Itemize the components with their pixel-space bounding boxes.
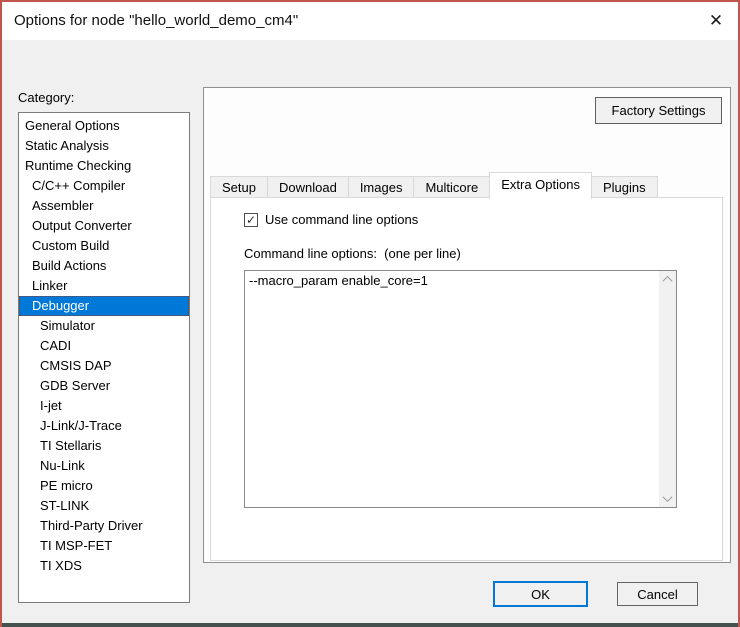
use-command-line-options-row[interactable]: ✓ Use command line options: [244, 212, 418, 227]
category-item-output-converter[interactable]: Output Converter: [19, 216, 189, 236]
category-item-debugger[interactable]: Debugger: [19, 296, 189, 316]
category-item-general-options[interactable]: General Options: [19, 116, 189, 136]
category-item-build-actions[interactable]: Build Actions: [19, 256, 189, 276]
dialog-title: Options for node "hello_world_demo_cm4": [14, 12, 298, 29]
scroll-up-button[interactable]: [659, 271, 676, 288]
options-panel: Factory Settings SetupDownloadImagesMult…: [203, 87, 731, 563]
use-command-line-options-label: Use command line options: [265, 212, 418, 227]
category-item-pe-micro[interactable]: PE micro: [19, 476, 189, 496]
category-item-simulator[interactable]: Simulator: [19, 316, 189, 336]
tab-plugins[interactable]: Plugins: [592, 176, 658, 198]
tab-setup[interactable]: Setup: [210, 176, 268, 198]
category-item-ti-xds[interactable]: TI XDS: [19, 556, 189, 576]
category-item-c-c-compiler[interactable]: C/C++ Compiler: [19, 176, 189, 196]
category-item-runtime-checking[interactable]: Runtime Checking: [19, 156, 189, 176]
use-command-line-options-checkbox[interactable]: ✓: [244, 213, 258, 227]
category-item-custom-build[interactable]: Custom Build: [19, 236, 189, 256]
category-item-gdb-server[interactable]: GDB Server: [19, 376, 189, 396]
scroll-down-button[interactable]: [659, 490, 676, 507]
category-item-ti-stellaris[interactable]: TI Stellaris: [19, 436, 189, 456]
category-item-assembler[interactable]: Assembler: [19, 196, 189, 216]
category-item-third-party-driver[interactable]: Third-Party Driver: [19, 516, 189, 536]
options-dialog: Options for node "hello_world_demo_cm4" …: [0, 0, 740, 627]
ok-button-label: OK: [531, 587, 550, 602]
tab-strip: SetupDownloadImagesMulticoreExtra Option…: [210, 171, 658, 198]
scroll-down-icon: [663, 492, 673, 502]
category-item-j-link-j-trace[interactable]: J-Link/J-Trace: [19, 416, 189, 436]
category-item-cadi[interactable]: CADI: [19, 336, 189, 356]
checkmark-icon: ✓: [246, 214, 256, 226]
category-item-static-analysis[interactable]: Static Analysis: [19, 136, 189, 156]
category-listbox[interactable]: General OptionsStatic AnalysisRuntime Ch…: [18, 112, 190, 603]
command-line-options-label: Command line options: (one per line): [244, 246, 461, 261]
titlebar: Options for node "hello_world_demo_cm4" …: [2, 2, 738, 40]
category-item-cmsis-dap[interactable]: CMSIS DAP: [19, 356, 189, 376]
factory-settings-button[interactable]: Factory Settings: [595, 97, 722, 124]
close-button[interactable]: ✕: [702, 7, 730, 35]
cancel-button[interactable]: Cancel: [617, 582, 698, 606]
tab-multicore[interactable]: Multicore: [414, 176, 490, 198]
cancel-button-label: Cancel: [637, 587, 677, 602]
category-item-ti-msp-fet[interactable]: TI MSP-FET: [19, 536, 189, 556]
tab-images[interactable]: Images: [349, 176, 415, 198]
ok-button[interactable]: OK: [493, 581, 588, 607]
factory-settings-label: Factory Settings: [612, 103, 706, 118]
category-item-st-link[interactable]: ST-LINK: [19, 496, 189, 516]
tab-extra-options[interactable]: Extra Options: [489, 172, 592, 199]
category-item-nu-link[interactable]: Nu-Link: [19, 456, 189, 476]
command-line-options-textarea[interactable]: --macro_param enable_core=1: [244, 270, 677, 508]
scroll-up-icon: [663, 276, 673, 286]
tab-download[interactable]: Download: [268, 176, 349, 198]
close-icon: ✕: [709, 11, 723, 31]
category-label: Category:: [18, 90, 74, 105]
category-item-linker[interactable]: Linker: [19, 276, 189, 296]
tab-page-extra-options: ✓ Use command line options Command line …: [210, 197, 723, 561]
textarea-scrollbar[interactable]: [659, 271, 676, 507]
category-item-i-jet[interactable]: I-jet: [19, 396, 189, 416]
command-line-options-value: --macro_param enable_core=1: [249, 273, 654, 288]
